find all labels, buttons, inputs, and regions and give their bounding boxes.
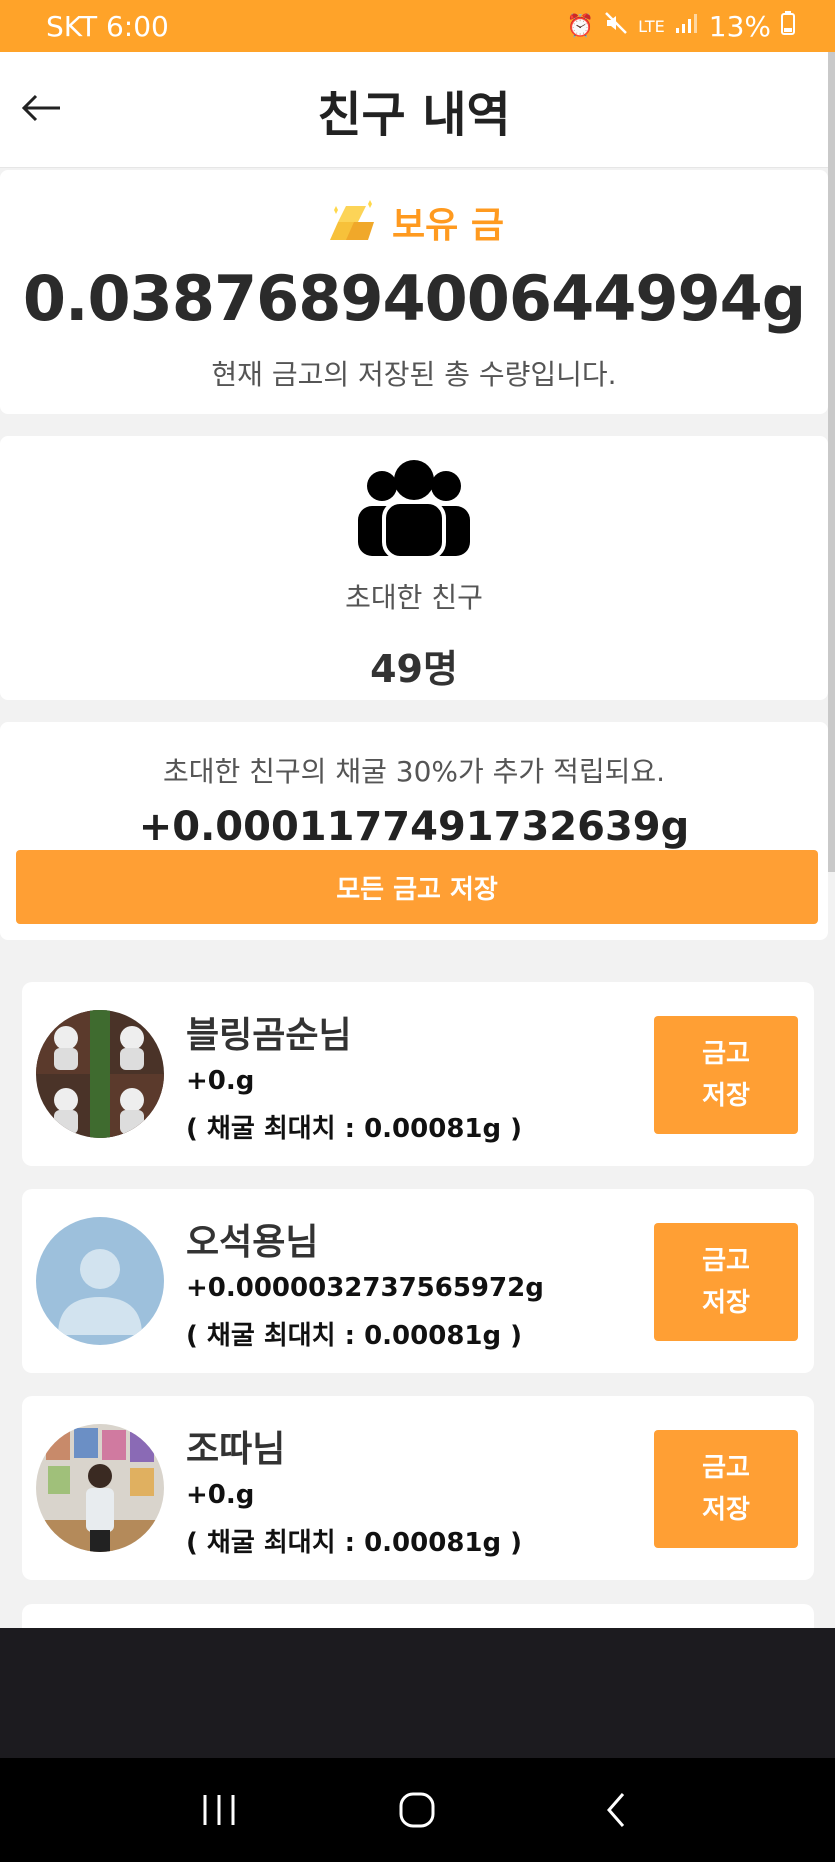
status-time: SKT 6:00 (46, 9, 169, 43)
battery-icon (781, 11, 795, 41)
page-title: 친구 내역 (317, 86, 511, 143)
people-icon (358, 460, 470, 560)
save-vault-button[interactable]: 금고 저장 (654, 1430, 798, 1548)
friend-name: 블링곰순님 (186, 1015, 352, 1056)
system-nav-bar (0, 1758, 835, 1862)
invited-friends-count: 49명 (370, 647, 458, 691)
lte-icon: LTE (638, 16, 665, 36)
app-bar: 친구 내역 (0, 52, 828, 168)
invited-friends-label: 초대한 친구 (345, 581, 483, 614)
friend-mining-max: ( 채굴 최대치 : 0.00081g ) (186, 1528, 523, 1558)
bottom-overlay (0, 1628, 835, 1758)
friend-card: 블링곰순님 +0.g ( 채굴 최대치 : 0.00081g ) 금고 저장 (22, 982, 814, 1166)
gold-amount: 0.0387689400644994g (22, 262, 806, 335)
friend-gold-amount: +0.g (186, 1480, 255, 1510)
scrollbar[interactable] (828, 52, 835, 872)
friend-gold-amount: +0.g (186, 1066, 255, 1096)
default-avatar-icon (36, 1217, 164, 1345)
bonus-description: 초대한 친구의 채굴 30%가 추가 적립되요. (162, 755, 666, 788)
invited-friends-card: 초대한 친구 49명 (0, 436, 828, 700)
gold-bars-icon (330, 200, 375, 240)
avatar (36, 1424, 164, 1552)
friend-name: 조따님 (186, 1429, 286, 1470)
gold-label: 보유 금 (392, 205, 504, 246)
save-vault-button[interactable]: 금고 저장 (654, 1016, 798, 1134)
friend-card: 오석용님 +0.0000032737565972g ( 채굴 최대치 : 0.0… (22, 1189, 814, 1373)
home-icon[interactable] (387, 1780, 447, 1840)
gold-label-row: 보유 금 (0, 196, 828, 248)
gold-description: 현재 금고의 저장된 총 수량입니다. (211, 358, 617, 391)
save-vault-button[interactable]: 금고 저장 (654, 1223, 798, 1341)
status-icons: ⏰ LTE 13% (567, 10, 795, 43)
friend-name: 오석용님 (186, 1222, 319, 1263)
friend-mining-max: ( 채굴 최대치 : 0.00081g ) (186, 1114, 523, 1144)
battery-percent: 13% (708, 9, 771, 43)
bonus-amount: +0.0001177491732639g (138, 804, 690, 850)
save-all-button[interactable]: 모든 금고 저장 (16, 850, 818, 924)
recent-apps-icon[interactable] (189, 1780, 249, 1840)
bonus-card: 초대한 친구의 채굴 30%가 추가 적립되요. +0.000117749173… (0, 722, 828, 940)
status-bar: SKT 6:00 ⏰ LTE 13% (0, 0, 835, 52)
signal-icon (675, 12, 699, 40)
avatar (36, 1010, 164, 1138)
mute-icon (604, 11, 628, 41)
gold-balance-card: 보유 금 0.0387689400644994g 현재 금고의 저장된 총 수량… (0, 170, 828, 414)
friend-card: 조따님 +0.g ( 채굴 최대치 : 0.00081g ) 금고 저장 (22, 1396, 814, 1580)
friend-gold-amount: +0.0000032737565972g (186, 1273, 544, 1303)
alarm-icon: ⏰ (566, 13, 595, 39)
friend-mining-max: ( 채굴 최대치 : 0.00081g ) (186, 1321, 523, 1351)
back-icon[interactable] (586, 1780, 646, 1840)
back-arrow-icon[interactable] (20, 82, 70, 132)
